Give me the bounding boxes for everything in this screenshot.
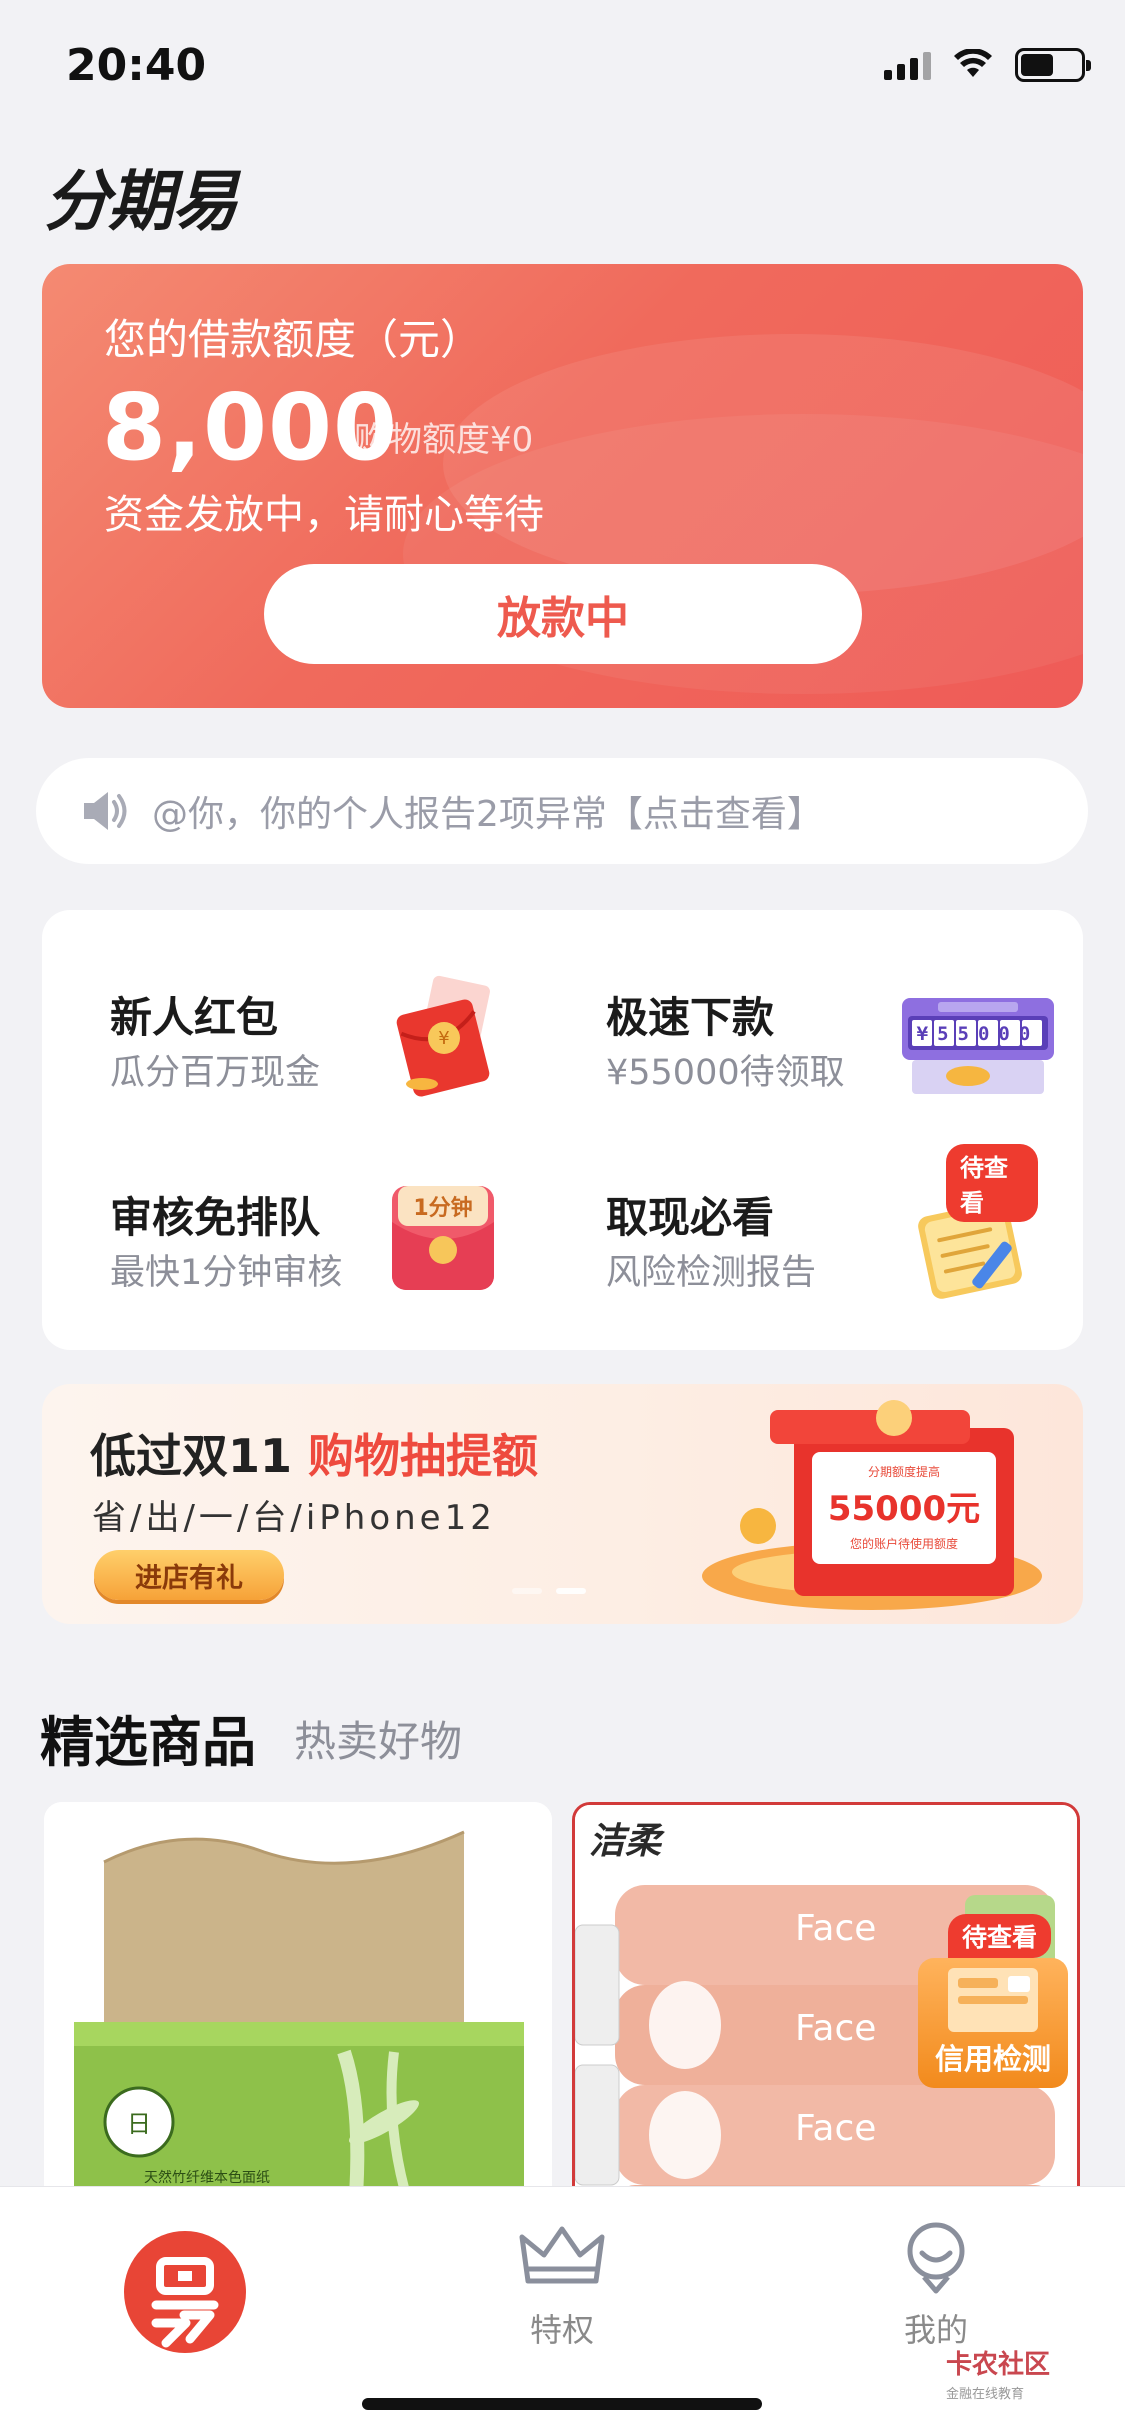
app-logo: 分期易 <box>44 163 238 240</box>
banner-title: 低过双11 购物抽提额 <box>90 1420 538 1486</box>
svg-text:日: 日 <box>127 2110 151 2138</box>
tab-home[interactable] <box>124 2231 246 2353</box>
svg-text:Face: Face <box>795 2008 876 2049</box>
red-envelope-icon: ¥ <box>396 975 490 1097</box>
tab-privileges[interactable]: 特权 <box>482 2217 642 2357</box>
status-time: 20:40 <box>66 40 207 91</box>
svg-text:Face: Face <box>795 1908 876 1949</box>
svg-text:您的账户待使用额度: 您的账户待使用额度 <box>850 1536 958 1551</box>
notice-text: @你，你的个人报告2项异常【点击查看】 <box>152 794 823 835</box>
speaker-icon <box>84 792 127 830</box>
banner-pagination <box>512 1588 586 1594</box>
wifi-icon <box>954 49 992 77</box>
tab-mine[interactable]: 我的 <box>856 2217 1016 2357</box>
product-image: 日 天然竹纤维本色面纸 <box>44 1802 552 2222</box>
svg-text:分期额度提高: 分期额度提高 <box>868 1464 940 1479</box>
home-logo-icon <box>151 2257 219 2348</box>
section-title: 精选商品 <box>40 1711 256 1774</box>
banner-title-highlight: 购物抽提额 <box>308 1429 539 1483</box>
credit-limit-card: 您的借款额度（元） 8,000 购物额度¥0 资金发放中，请耐心等待 放款中 <box>42 264 1083 708</box>
document-icon <box>948 1968 1038 2032</box>
feature-withdraw-guide[interactable]: 取现必看 风险检测报告 待查看 <box>538 1140 1038 1320</box>
feature-new-user-red-packet[interactable]: 新人红包 瓜分百万现金 ¥ <box>42 940 542 1120</box>
feature-skip-review-queue[interactable]: 审核免排队 最快1分钟审核 1分钟 <box>42 1140 542 1320</box>
watermark-title: 卡农社区 <box>946 2350 1051 2380</box>
loan-status-text: 资金发放中，请耐心等待 <box>104 492 544 538</box>
promo-banner[interactable]: 低过双11 购物抽提额 省/出/一/台/iPhone12 进店有礼 分期额度提高… <box>42 1384 1083 1624</box>
cellular-signal-icon <box>884 50 931 80</box>
battery-icon <box>1015 48 1091 82</box>
svg-text:55000元: 55000元 <box>828 1489 980 1529</box>
feature-title: 取现必看 <box>606 1193 775 1242</box>
gift-box-icon: 分期额度提高 55000元 您的账户待使用额度 <box>702 1400 1042 1610</box>
home-indicator[interactable] <box>362 2398 762 2410</box>
feature-grid: 新人红包 瓜分百万现金 ¥ 极速下款 ¥55000待领取 ¥55000 审核免排… <box>42 910 1083 1350</box>
feature-title: 审核免排队 <box>110 1193 321 1242</box>
credit-check-tag: 待查看 <box>948 1914 1052 1958</box>
section-subtitle: 热卖好物 <box>294 1717 463 1766</box>
banner-title-prefix: 低过双11 <box>90 1429 293 1483</box>
loan-status-button[interactable]: 放款中 <box>264 564 862 664</box>
watermark-subtitle: 金融在线教育 <box>946 2387 1025 2402</box>
svg-text:Face: Face <box>795 2108 876 2149</box>
feature-title: 新人红包 <box>110 993 279 1042</box>
tab-label: 特权 <box>529 2311 594 2349</box>
svg-text:¥55000: ¥55000 <box>917 1023 1040 1045</box>
feature-subtitle: 最快1分钟审核 <box>110 1253 343 1293</box>
feature-subtitle: ¥55000待领取 <box>606 1053 845 1093</box>
watermark: 卡农社区 金融在线教育 <box>946 2344 1050 2402</box>
person-icon <box>907 2222 965 2294</box>
banner-subtitle: 省/出/一/台/iPhone12 <box>92 1498 496 1538</box>
feature-badge: 待查看 <box>946 1144 1038 1222</box>
credit-check-label: 信用检测 <box>934 2042 1051 2076</box>
banner-enter-store-button[interactable]: 进店有礼 <box>94 1550 284 1600</box>
crown-icon <box>519 2226 605 2284</box>
svg-text:天然竹纤维本色面纸: 天然竹纤维本色面纸 <box>144 2169 270 2186</box>
feature-fast-loan[interactable]: 极速下款 ¥55000待领取 ¥55000 <box>538 940 1054 1120</box>
feature-subtitle: 瓜分百万现金 <box>110 1053 321 1093</box>
credit-check-float[interactable]: 待查看 信用检测 <box>918 1914 1068 2090</box>
one-minute-envelope-icon: 1分钟 <box>392 1186 494 1290</box>
feature-subtitle: 风险检测报告 <box>606 1253 817 1293</box>
svg-text:洁柔: 洁柔 <box>589 1820 665 1862</box>
svg-text:¥: ¥ <box>438 1028 449 1049</box>
status-icons <box>884 48 1091 82</box>
svg-text:1分钟: 1分钟 <box>413 1195 472 1221</box>
notice-bar[interactable]: @你，你的个人报告2项异常【点击查看】 <box>36 758 1088 864</box>
product-card-bamboo-tissue[interactable]: 日 天然竹纤维本色面纸 <box>44 1802 552 2222</box>
feature-title: 极速下款 <box>606 993 775 1042</box>
credit-limit-label: 您的借款额度（元） <box>104 315 483 364</box>
shopping-quota: 购物额度¥0 <box>354 420 534 460</box>
cash-machine-icon: ¥55000 <box>902 998 1054 1094</box>
